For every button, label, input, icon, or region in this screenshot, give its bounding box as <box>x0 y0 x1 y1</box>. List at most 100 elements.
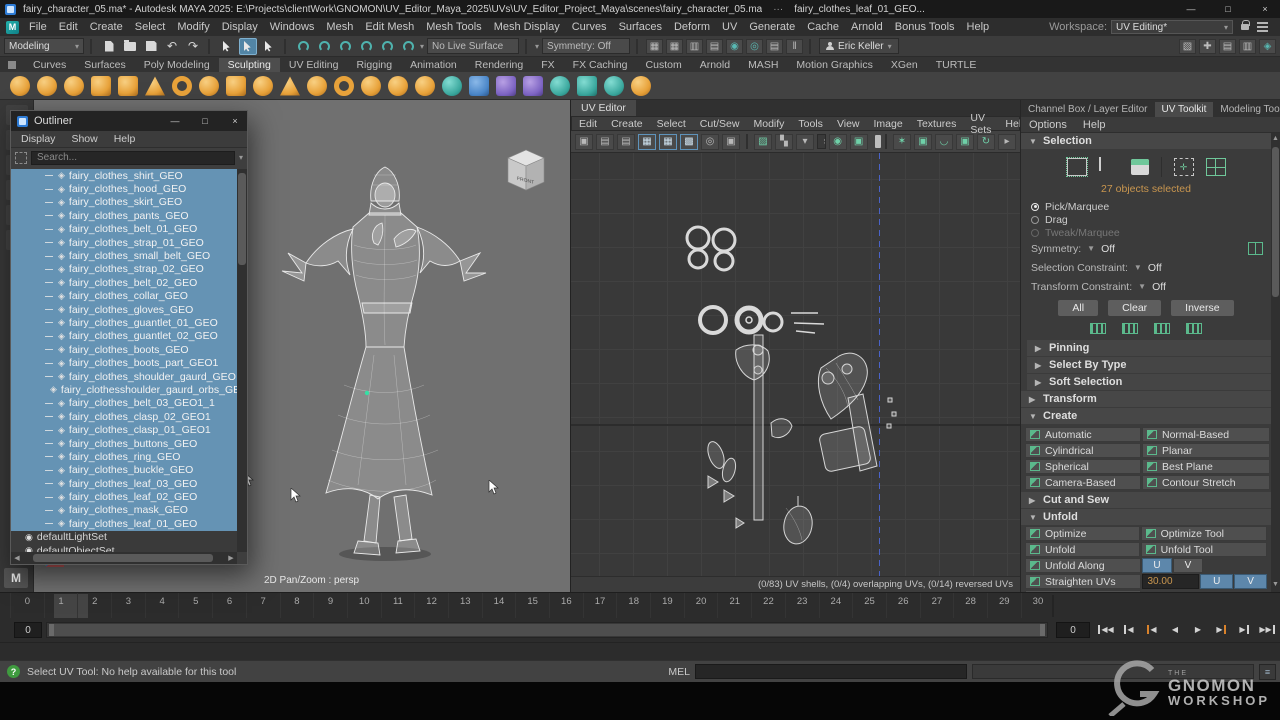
uv-shell-select-mode-icon[interactable]: ✛ <box>1174 158 1194 176</box>
select-loop-icon[interactable] <box>1186 323 1202 334</box>
outliner-item[interactable]: ◈ fairy_clothes_ring_GEO <box>11 450 237 463</box>
straighten-v-button[interactable]: V <box>1234 574 1267 589</box>
sidebar-tool-settings-toggle[interactable]: ▥ <box>1239 39 1256 54</box>
sidebar-channel-box-toggle[interactable]: ◈ <box>1259 39 1276 54</box>
frame-label[interactable]: 17 <box>583 593 617 619</box>
projection-button[interactable]: Cylindrical <box>1025 443 1141 458</box>
shelf-tab[interactable]: Animation <box>401 58 466 72</box>
separator[interactable] <box>809 39 813 54</box>
shelf-tab[interactable]: Surfaces <box>75 58 134 72</box>
frame-label[interactable]: 12 <box>414 593 448 619</box>
sidebar-modeling-toolkit-toggle[interactable]: ▧ <box>1179 39 1196 54</box>
straighten-u-button[interactable]: U <box>1200 574 1233 589</box>
uv-toolbar-icon[interactable]: ◎ <box>701 134 719 150</box>
optimize-tool-button[interactable]: Optimize Tool <box>1141 526 1267 541</box>
uv-editor-menu-item[interactable]: View <box>830 118 867 130</box>
straighten-angle-field[interactable]: 30.00 <box>1142 574 1200 589</box>
chevron-down-icon[interactable]: ▾ <box>239 153 243 162</box>
section-header[interactable]: ▶ Pinning <box>1027 340 1271 356</box>
frame-label[interactable]: 30 <box>1021 593 1055 619</box>
section-header-transform[interactable]: ▶ Transform <box>1021 391 1271 407</box>
outliner-item[interactable]: ◈ fairy_clothes_boots_GEO <box>11 343 237 356</box>
face-select-mode-icon[interactable] <box>1131 159 1149 175</box>
frame-label[interactable]: 20 <box>684 593 718 619</box>
launch-app-button[interactable]: ▤ <box>766 39 783 54</box>
shelf-tool-icon[interactable] <box>550 76 570 96</box>
outliner-tree[interactable]: ◈ fairy_clothes_shirt_GEO ◈ fairy_clothe… <box>11 169 237 552</box>
frame-label[interactable]: 16 <box>549 593 583 619</box>
outliner-item[interactable]: ◈ fairy_clothes_strap_01_GEO <box>11 236 237 249</box>
toolkit-scrollbar[interactable]: ▲ ▼ <box>1271 133 1280 592</box>
uv-toolbar-icon[interactable]: ▾ <box>796 134 814 150</box>
outliner-item[interactable]: ◈ fairy_clothes_strap_02_GEO <box>11 263 237 276</box>
go-to-end-button[interactable]: ▶▶ <box>1257 620 1277 639</box>
shelf-tool-icon[interactable] <box>361 76 381 96</box>
shelf-tab[interactable]: Curves <box>24 58 75 72</box>
shelf-tab[interactable]: MASH <box>739 58 787 72</box>
optimize-button[interactable]: Optimize <box>1025 526 1140 541</box>
toolkit-menu-item[interactable]: Help <box>1083 119 1106 131</box>
frame-label[interactable]: 27 <box>920 593 954 619</box>
shelf-tool-icon[interactable] <box>388 76 408 96</box>
menu-item[interactable]: Help <box>961 21 996 33</box>
menu-item[interactable]: Modify <box>171 21 215 33</box>
selection-constraint-row[interactable]: Selection Constraint: ▼ Off <box>1021 258 1271 277</box>
shelf-tool-icon[interactable] <box>631 76 651 96</box>
lasso-tool-button[interactable] <box>239 38 257 55</box>
separator[interactable] <box>90 39 94 54</box>
grow-selection-icon[interactable] <box>1122 323 1138 334</box>
step-forward-key-button[interactable]: ▶ <box>1211 620 1231 639</box>
outliner-item[interactable]: ◈ fairy_clothes_boots_part_GEO1 <box>11 356 237 369</box>
transform-constraint-row[interactable]: Transform Constraint: ▼ Off <box>1021 277 1271 296</box>
redo-button[interactable]: ↷ <box>184 38 202 55</box>
projection-button[interactable]: Contour Stretch <box>1142 475 1270 490</box>
step-back-frame-button[interactable]: ◀ <box>1119 620 1139 639</box>
snap-point-button[interactable] <box>336 38 354 55</box>
menu-hamburger-icon[interactable] <box>1257 26 1268 28</box>
shelf-menu-icon[interactable] <box>8 61 16 69</box>
shelf-tool-icon[interactable] <box>253 76 273 96</box>
outliner-item[interactable]: ◈ fairy_clothes_buttons_GEO <box>11 437 237 450</box>
projection-button[interactable]: Automatic <box>1025 427 1141 442</box>
frame-label[interactable]: 22 <box>751 593 785 619</box>
outliner-horizontal-scrollbar[interactable]: ◀ ▶ <box>11 552 237 564</box>
menu-item[interactable]: UV <box>716 21 743 33</box>
separator[interactable] <box>284 39 288 54</box>
frame-label[interactable]: 18 <box>616 593 650 619</box>
uv-toolbar-icon[interactable]: ▨ <box>754 134 772 150</box>
shelf-tool-icon[interactable] <box>172 76 192 96</box>
outliner-item[interactable]: ◈ fairy_clothes_shoulder_gaurd_GEO <box>11 370 237 383</box>
current-frame-field[interactable]: 0 <box>1056 622 1090 638</box>
section-header-selection[interactable]: ▼ Selection <box>1021 133 1271 149</box>
outliner-menu-item[interactable]: Display <box>21 133 55 145</box>
menu-item[interactable]: Edit <box>53 21 84 33</box>
section-header-cut-sew[interactable]: ▶ Cut and Sew <box>1021 492 1271 508</box>
uv-toolbar-icon[interactable]: ▤ <box>596 134 614 150</box>
uv-toolbar-icon[interactable]: ↻ <box>977 134 995 150</box>
shelf-tool-icon[interactable] <box>442 76 462 96</box>
menu-item[interactable]: Cache <box>801 21 845 33</box>
ipr-render-button[interactable]: ▥ <box>686 39 703 54</box>
render-settings-button[interactable]: ▤ <box>706 39 723 54</box>
uv-editor-menu-item[interactable]: Tools <box>791 118 830 130</box>
sidebar-humanik-toggle[interactable]: ✚ <box>1199 39 1216 54</box>
unfold-along-v-button[interactable]: V <box>1173 558 1203 573</box>
time-slider[interactable]: 0123456789101112131415161718192021222324… <box>0 592 1280 618</box>
go-to-start-button[interactable]: ◀◀ <box>1096 620 1116 639</box>
right-panel-tab[interactable]: Channel Box / Layer Editor <box>1021 102 1155 117</box>
shelf-tab[interactable]: Rendering <box>466 58 532 72</box>
outliner-item[interactable]: ◈ fairy_clothes_leaf_01_GEO <box>11 517 237 530</box>
undo-button[interactable]: ↶ <box>163 38 181 55</box>
menu-item[interactable]: Generate <box>743 21 801 33</box>
play-forwards-button[interactable]: ▶ <box>1188 620 1208 639</box>
shelf-tool-icon[interactable] <box>577 76 597 96</box>
uv-editor-menu-item[interactable]: Textures <box>910 118 964 130</box>
shelf-tab[interactable]: Custom <box>637 58 691 72</box>
menu-item[interactable]: Display <box>216 21 264 33</box>
frame-label[interactable]: 26 <box>886 593 920 619</box>
unfold-along-u-button[interactable]: U <box>1142 558 1172 573</box>
shelf-tool-icon[interactable] <box>469 76 489 96</box>
uv-toolbar-icon[interactable]: ▣ <box>850 134 868 150</box>
menu-item[interactable]: Surfaces <box>613 21 668 33</box>
outliner-close-button[interactable]: × <box>223 111 247 131</box>
